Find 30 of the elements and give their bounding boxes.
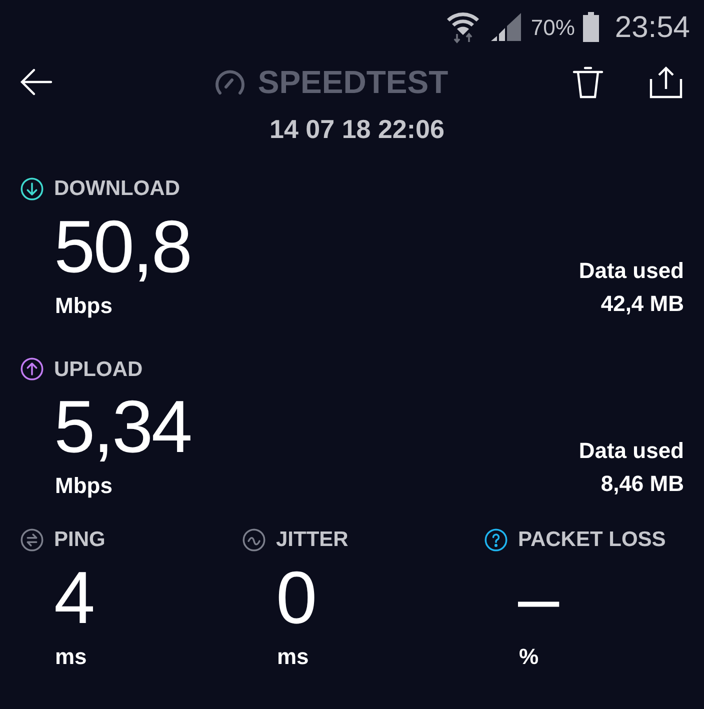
- gauge-icon: [214, 67, 246, 97]
- test-date: 14 07 18 22:06: [270, 113, 444, 146]
- data-used-value: 42,4 MB: [600, 290, 684, 318]
- metric-label: JITTER: [276, 527, 348, 553]
- battery-percent: 70%: [530, 14, 575, 42]
- wifi-icon: [444, 10, 481, 44]
- metric-label: UPLOAD: [54, 356, 143, 382]
- battery-icon: [582, 12, 599, 42]
- signal-icon: [488, 11, 523, 43]
- clock-time: 23:54: [614, 10, 690, 46]
- share-icon: [649, 65, 683, 99]
- data-used-label: Data used: [578, 256, 684, 284]
- metric-label: PING: [54, 527, 106, 553]
- metric-label: PACKET LOSS: [518, 527, 666, 553]
- unit-label: Mbps: [54, 472, 114, 500]
- back-arrow-icon: [19, 68, 53, 96]
- metric-value: 4: [53, 556, 96, 640]
- metric-value: 0: [275, 556, 318, 640]
- unit-label: ms: [54, 642, 88, 670]
- unit-label: Mbps: [54, 292, 114, 320]
- metric-label: DOWNLOAD: [54, 176, 180, 202]
- data-used-label: Data used: [578, 437, 684, 465]
- trash-icon: [572, 65, 604, 99]
- metric-value: 50,8: [53, 204, 191, 288]
- app-title: SPEEDTEST: [258, 63, 448, 102]
- metric-value: –: [517, 556, 560, 640]
- unit-label: %: [518, 642, 540, 670]
- unit-label: ms: [276, 642, 310, 670]
- data-used-value: 8,46 MB: [600, 470, 684, 498]
- metric-value: 5,34: [53, 385, 191, 469]
